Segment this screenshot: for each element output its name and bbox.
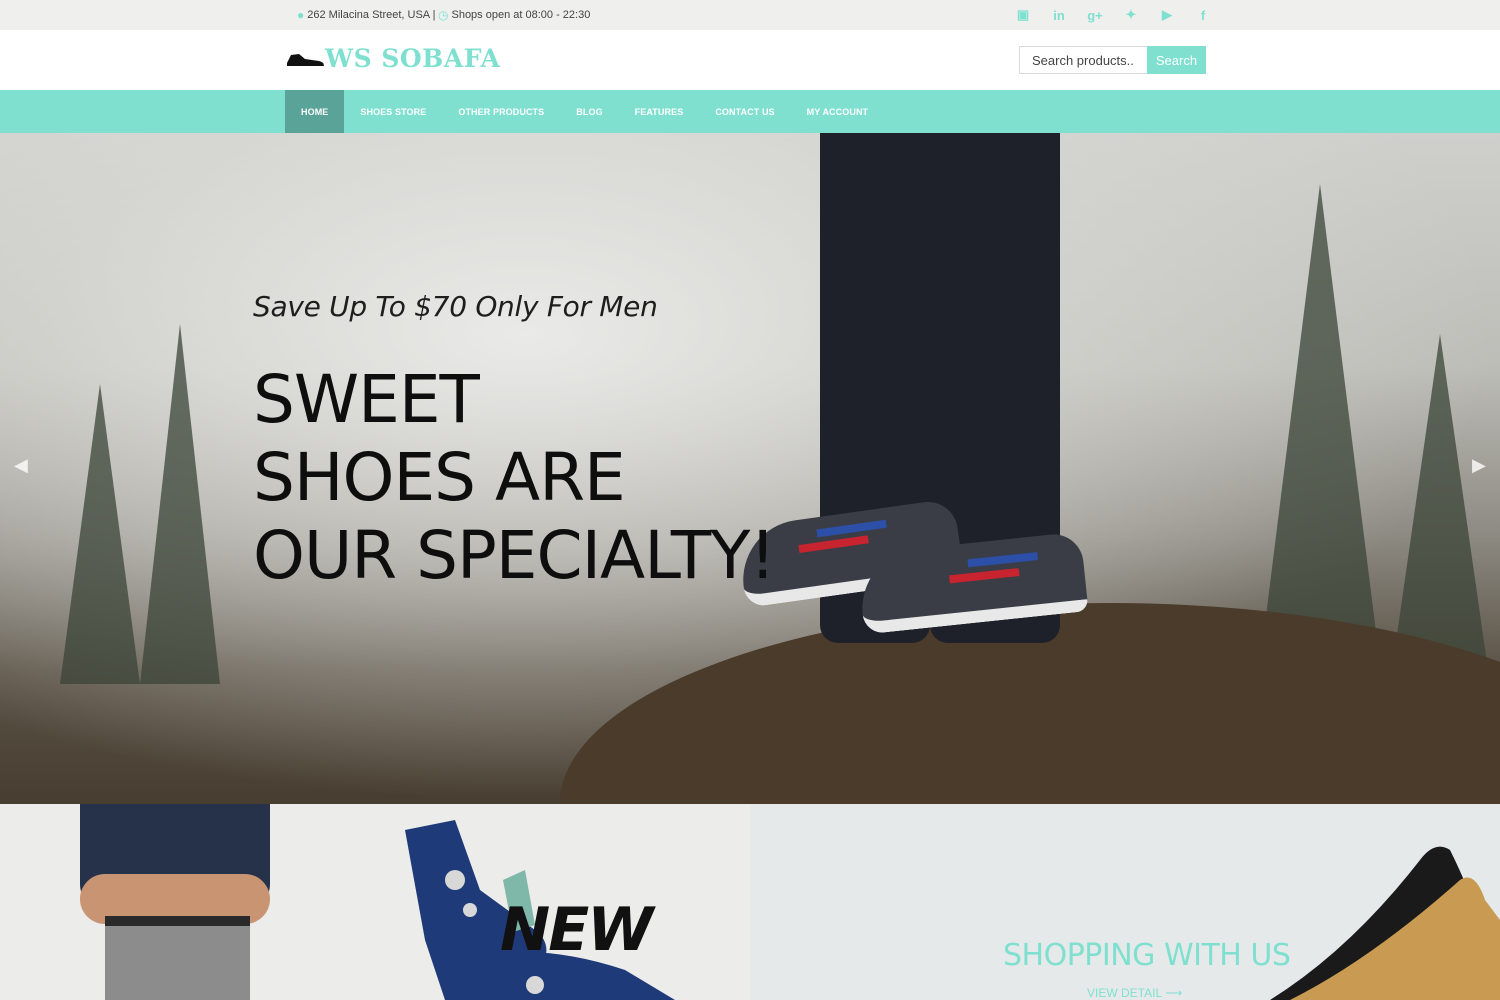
address-text: 262 Milacina Street, USA | <box>307 9 436 21</box>
sneaker-stripe <box>798 535 869 554</box>
instagram-icon[interactable]: ▣ <box>1005 7 1041 23</box>
search-button[interactable]: Search <box>1147 46 1206 74</box>
clock-icon: ◷ <box>438 8 449 22</box>
search-input[interactable] <box>1019 46 1147 74</box>
hours-text: Shops open at 08:00 - 22:30 <box>451 9 591 21</box>
arrow-right-icon: ⟶ <box>1165 986 1183 1000</box>
site-header: WS SOBAFA Search <box>0 30 1500 90</box>
hero-headline-line: OUR SPECIALTY! <box>253 517 776 594</box>
youtube-icon[interactable]: ▶ <box>1149 7 1185 23</box>
view-detail-link[interactable]: VIEW DETAIL ⟶ <box>1087 986 1182 1000</box>
high-heels-image <box>1270 846 1500 1000</box>
hours-info: ◷ Shops open at 08:00 - 22:30 <box>438 0 590 30</box>
new-label: NEW <box>500 895 653 965</box>
slider-prev-icon[interactable]: ◀ <box>14 455 28 476</box>
nav-item-contact-us[interactable]: CONTACT US <box>699 90 790 133</box>
nav-item-my-account[interactable]: MY ACCOUNT <box>791 90 885 133</box>
hero-tree <box>60 384 140 684</box>
facebook-icon[interactable]: f <box>1185 8 1221 23</box>
twitter-icon[interactable]: ✦ <box>1113 7 1149 23</box>
hero-tree <box>140 324 220 684</box>
google-plus-icon[interactable]: g+ <box>1077 8 1113 23</box>
top-bar: ● 262 Milacina Street, USA | ◷ Shops ope… <box>0 0 1500 30</box>
search-form: Search <box>1019 46 1206 74</box>
map-pin-icon: ● <box>297 8 305 22</box>
shopping-title: SHOPPING WITH US <box>1003 938 1291 973</box>
main-nav: HOME SHOES STORE OTHER PRODUCTS BLOG FEA… <box>0 90 1500 133</box>
hero-headline-line: SHOES ARE <box>253 439 626 516</box>
nav-item-home[interactable]: HOME <box>285 90 345 133</box>
nav-item-other-products[interactable]: OTHER PRODUCTS <box>442 90 560 133</box>
banner-men-fashion[interactable] <box>0 804 372 1000</box>
sneaker-stripe <box>949 568 1020 584</box>
address-info: ● 262 Milacina Street, USA | <box>297 0 435 30</box>
logo-text: WS SOBAFA <box>325 44 501 73</box>
site-logo[interactable]: WS SOBAFA <box>285 44 500 73</box>
linkedin-icon[interactable]: in <box>1041 8 1077 23</box>
sneaker-stripe <box>967 552 1038 568</box>
trousers-image <box>105 916 250 1000</box>
sneaker-logo-icon <box>287 53 324 68</box>
slider-next-icon[interactable]: ▶ <box>1472 455 1486 476</box>
sneaker-stripe <box>816 519 887 538</box>
nav-item-shoes-store[interactable]: SHOES STORE <box>344 90 442 133</box>
social-links: ▣ in g+ ✦ ▶ f <box>1005 0 1221 30</box>
hero-headline-line: SWEET <box>253 361 480 438</box>
hero-headline: SWEET SHOES ARE OUR SPECIALTY! <box>253 361 776 595</box>
belt-image <box>105 916 250 926</box>
hero-subtitle: Save Up To $70 Only For Men <box>253 290 658 323</box>
hero-slider: ◀ ▶ Save Up To $70 Only For Men SWEET SH… <box>0 133 1500 804</box>
nav-item-features[interactable]: FEATURES <box>619 90 700 133</box>
view-detail-text: VIEW DETAIL <box>1087 986 1162 1000</box>
nav-item-blog[interactable]: BLOG <box>560 90 618 133</box>
